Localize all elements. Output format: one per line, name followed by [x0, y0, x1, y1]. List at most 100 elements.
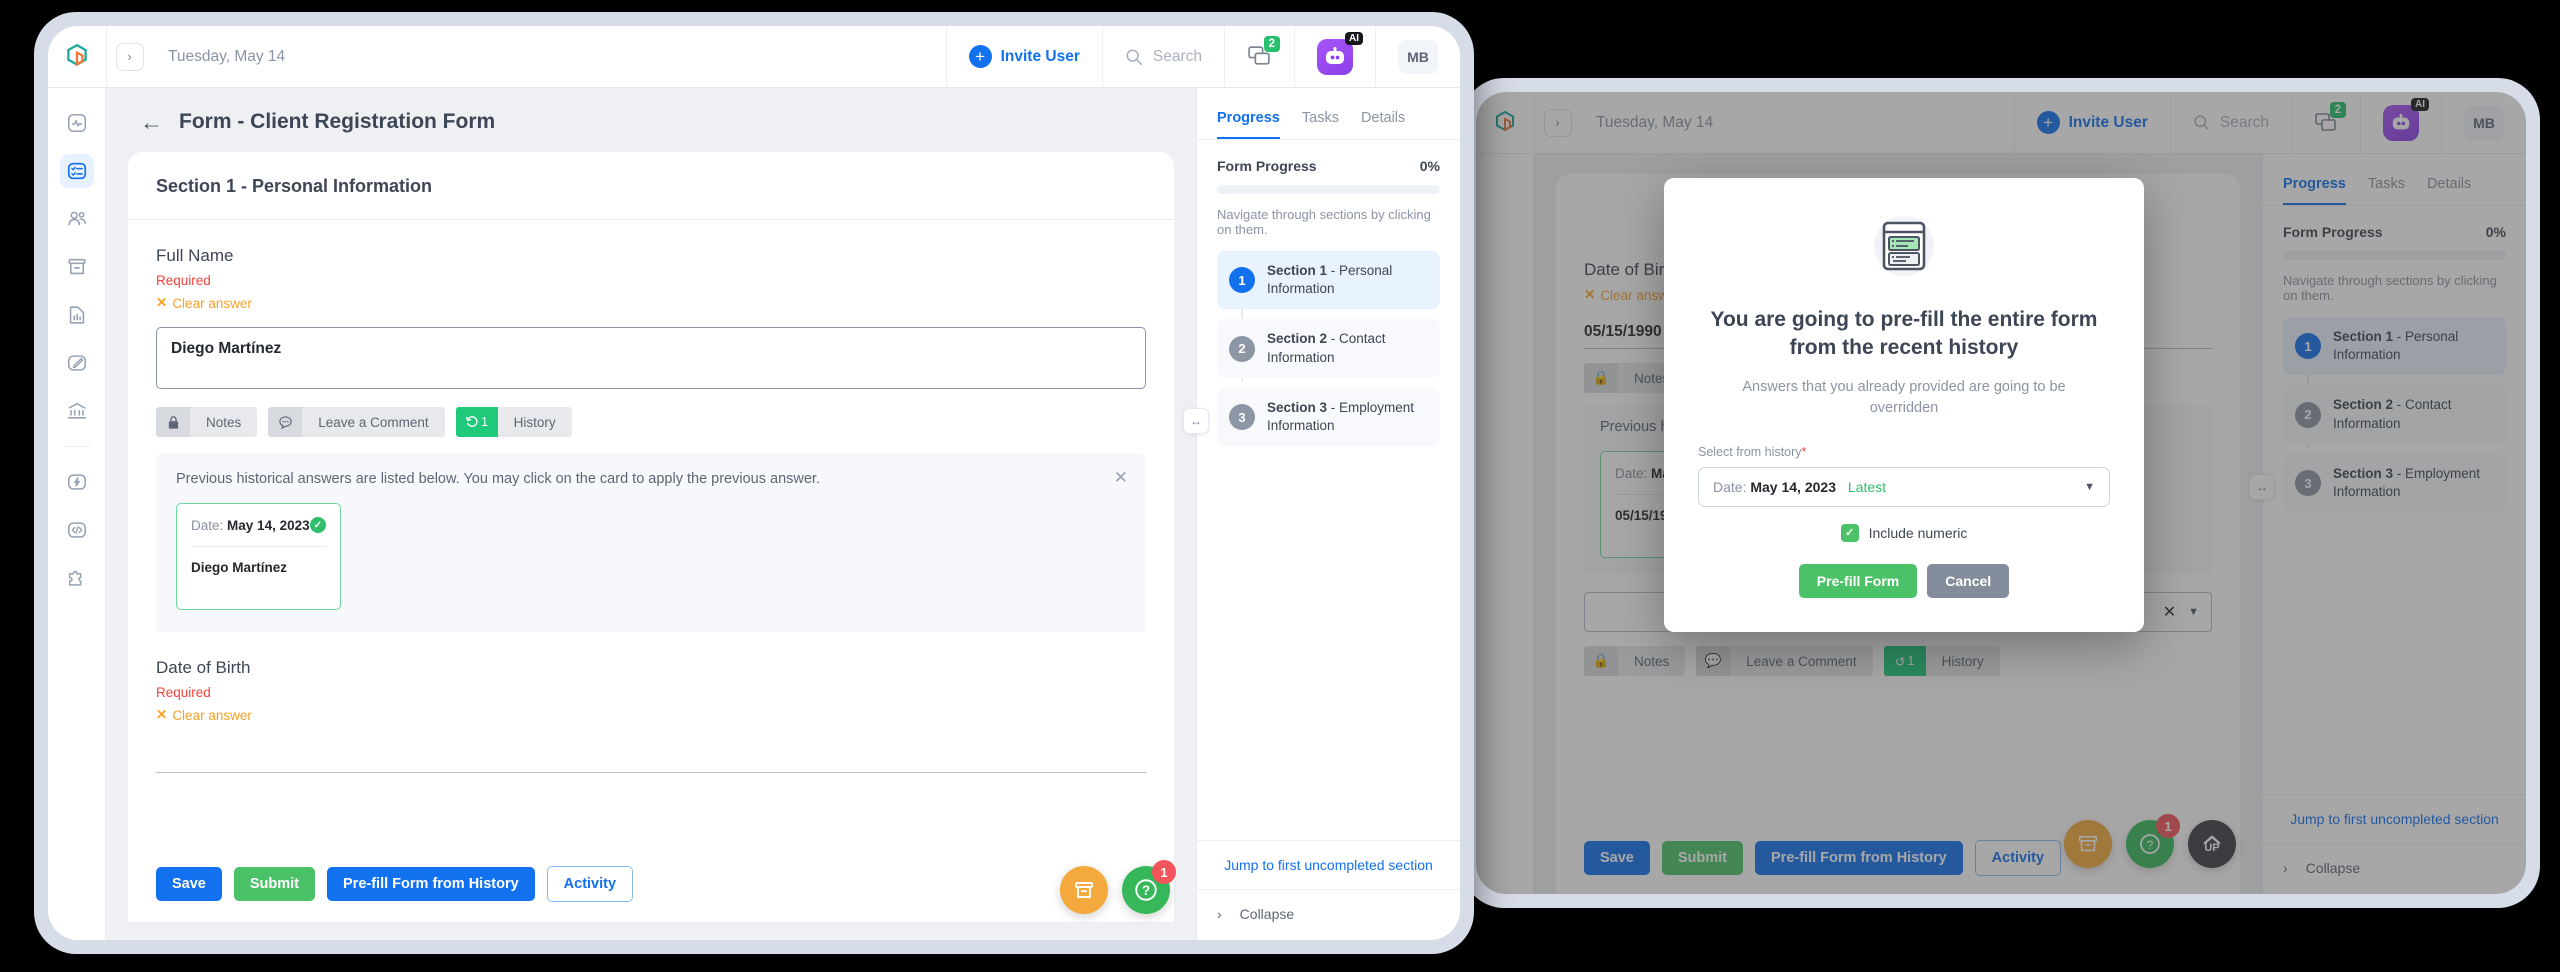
section-divider — [128, 219, 1174, 220]
section-number: 2 — [1229, 335, 1255, 362]
invite-user-label: Invite User — [1000, 47, 1080, 65]
history-panel: Previous historical answers are listed b… — [156, 453, 1146, 632]
history-select-value: May 14, 2023 — [1750, 478, 1836, 495]
tab-tasks[interactable]: Tasks — [1302, 110, 1339, 139]
include-numeric-checkbox[interactable]: ✓ Include numeric — [1698, 523, 2110, 542]
question-label: Full Name — [156, 246, 234, 265]
section-number: 3 — [1229, 404, 1255, 431]
chat-badge: 2 — [1263, 36, 1280, 53]
next-day-button[interactable]: › — [106, 26, 152, 87]
form-progress-row: Form Progress 0% — [1217, 158, 1440, 174]
prefill-confirm-dialog: You are going to pre-fill the entire for… — [1664, 178, 2144, 632]
question-date-of-birth: Date of Birth Required ✕ Clear answer — [156, 658, 1146, 773]
main-content: ← Form - Client Registration Form Sectio… — [106, 88, 1460, 940]
history-card-divider — [191, 546, 326, 547]
activity-button[interactable]: Activity — [546, 866, 634, 902]
archive-fab[interactable] — [1060, 866, 1108, 914]
history-clock-icon: 1 — [455, 407, 498, 437]
prefill-form-cancel-button[interactable]: Cancel — [1927, 563, 2010, 598]
side-panel-tabs: Progress Tasks Details — [1197, 88, 1460, 139]
caret-down-icon: ▼ — [2084, 480, 2095, 493]
history-button[interactable]: 1 History — [455, 407, 572, 437]
full-name-input[interactable]: Diego Martínez — [156, 327, 1146, 389]
sections-hint: Navigate through sections by clicking on… — [1217, 207, 1431, 237]
ai-tag: AI — [1345, 31, 1363, 45]
modal-title: You are going to pre-fill the entire for… — [1710, 308, 2098, 360]
modal-field-label: Select from history* — [1698, 444, 1807, 459]
sidebar-section-1[interactable]: 1 Section 1 - Personal Information — [1217, 251, 1440, 310]
sections-list: 1 Section 1 - Personal Information 2 Sec… — [1217, 251, 1440, 447]
chat-button[interactable]: 2 — [1224, 26, 1294, 87]
ai-assistant-button[interactable]: AI — [1294, 26, 1375, 87]
app-logo-icon[interactable] — [48, 26, 106, 87]
history-answer-card[interactable]: Date: May 14, 2023 ✓ Diego Martínez — [176, 503, 341, 610]
code-brackets-icon — [67, 522, 86, 538]
rail-divider — [63, 446, 90, 447]
clear-answer-button[interactable]: ✕ Clear answer — [156, 707, 1146, 723]
close-icon[interactable]: ✕ — [1114, 469, 1128, 486]
jump-to-uncompleted-link[interactable]: Jump to first uncompleted section — [1197, 840, 1460, 889]
prefill-from-history-button[interactable]: Pre-fill Form from History — [327, 867, 535, 901]
sidebar-item-integrations[interactable] — [60, 561, 94, 595]
form-header: ← Form - Client Registration Form — [106, 88, 1196, 152]
avatar-button[interactable]: MB — [1375, 26, 1460, 87]
sidebar-item-automations[interactable] — [60, 465, 94, 499]
notes-button[interactable]: Notes — [156, 407, 258, 437]
date-of-birth-input[interactable] — [156, 739, 1146, 773]
topbar: › Tuesday, May 14 + Invite User Search 2… — [48, 26, 1460, 88]
bank-icon — [67, 402, 86, 419]
sidebar-item-archive[interactable] — [60, 250, 94, 284]
question-full-name: Full Name Required ✕ Clear answer Diego … — [128, 246, 1174, 773]
history-select[interactable]: Date: May 14, 2023 Latest ▼ — [1698, 466, 2110, 507]
date-label: Tuesday, May 14 — [168, 47, 286, 65]
sidebar-item-reports[interactable] — [60, 298, 94, 332]
submit-button[interactable]: Submit — [233, 867, 316, 901]
panel-resize-handle[interactable]: ↔ — [1183, 408, 1209, 434]
sidebar-section-3[interactable]: 3 Section 3 - Employment Information — [1217, 387, 1440, 447]
section-name: Section 1 — [1267, 263, 1328, 278]
check-circle-icon: ✓ — [310, 517, 326, 533]
sidebar-item-forms[interactable] — [59, 154, 94, 188]
search-placeholder: Search — [1152, 47, 1202, 65]
search-icon — [1126, 48, 1142, 65]
people-icon — [67, 211, 86, 226]
notes-label: Notes — [190, 407, 258, 437]
prefill-form-confirm-button[interactable]: Pre-fill Form — [1798, 563, 1918, 598]
close-icon: ✕ — [156, 295, 168, 310]
help-badge: 1 — [1152, 860, 1176, 884]
archive-box-icon — [67, 258, 86, 275]
help-fab[interactable]: ? 1 — [1122, 860, 1176, 914]
sidebar-item-signatures[interactable] — [60, 346, 94, 380]
sidebar-item-dashboard[interactable] — [60, 106, 94, 140]
history-select-tag: Latest — [1847, 478, 1887, 495]
archive-box-icon — [1075, 882, 1093, 898]
signature-pen-icon — [67, 355, 86, 371]
form-action-bar: Save Submit Pre-fill Form from History A… — [128, 850, 1174, 922]
history-note: Previous historical answers are listed b… — [176, 471, 820, 487]
sidebar-item-clients[interactable] — [60, 202, 94, 236]
leave-comment-button[interactable]: Leave a Comment — [268, 407, 445, 437]
clear-answer-button[interactable]: ✕ Clear answer — [156, 295, 1146, 311]
tab-details[interactable]: Details — [1361, 110, 1405, 139]
search-button[interactable]: Search — [1101, 26, 1224, 87]
comment-bubble-icon — [268, 407, 303, 437]
history-card-date-label: Date: — [191, 517, 224, 533]
sidebar-section-2[interactable]: 2 Section 2 - Contact Information — [1217, 319, 1440, 378]
automation-bolt-icon — [67, 474, 86, 490]
puzzle-piece-icon — [68, 570, 81, 586]
form-card: Section 1 - Personal Information Full Na… — [128, 152, 1174, 922]
file-chart-icon — [69, 306, 84, 324]
back-arrow-icon[interactable]: ← — [140, 110, 163, 134]
collapse-panel-button[interactable]: › Collapse — [1197, 889, 1460, 940]
svg-text:?: ? — [1142, 883, 1150, 898]
foreground-window[interactable]: › Tuesday, May 14 + Invite User Search 2… — [34, 12, 1474, 954]
tab-progress[interactable]: Progress — [1217, 110, 1280, 139]
sidebar-item-billing[interactable] — [60, 394, 94, 428]
sidebar-item-developer[interactable] — [60, 513, 94, 547]
chevron-right-icon: › — [115, 42, 144, 71]
history-count: 1 — [481, 415, 489, 429]
invite-user-button[interactable]: + Invite User — [945, 26, 1102, 87]
chevron-right-icon: › — [1217, 906, 1222, 922]
save-button[interactable]: Save — [156, 867, 222, 901]
modal-subtitle: Answers that you already provided are go… — [1742, 378, 2066, 416]
